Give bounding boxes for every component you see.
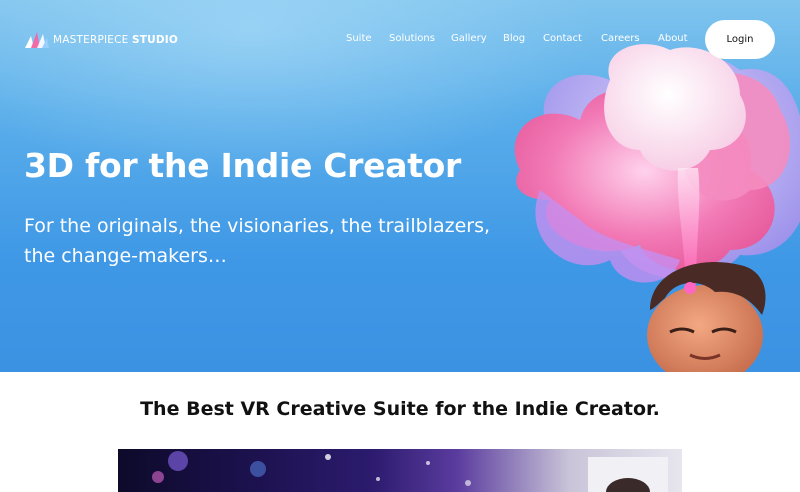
nav-item-blog[interactable]: Blog [503,33,525,44]
main-nav: Suite Solutions Gallery Blog Contact Car… [0,33,800,47]
nav-item-about[interactable]: About [658,33,688,44]
hero-title: 3D for the Indie Creator [24,146,462,185]
nav-item-careers[interactable]: Careers [601,33,640,44]
hero-subtitle-line-1: For the originals, the visionaries, the … [24,215,491,237]
tagline-bold: for the Indie Creator. [435,398,660,420]
nav-item-gallery[interactable]: Gallery [451,33,487,44]
section-tagline: The Best VR Creative Suite for the Indie… [0,398,800,420]
showcase-media-image [152,451,668,492]
nav-item-solutions[interactable]: Solutions [389,33,435,44]
hero-subtitle: For the originals, the visionaries, the … [24,211,584,271]
showcase-media[interactable] [118,449,682,492]
login-button[interactable]: Login [705,20,775,59]
hero-subtitle-line-2: the change-makers… [24,245,227,267]
hero-banner: MASTERPIECE STUDIO Suite Solutions Galle… [0,0,800,372]
nav-item-contact[interactable]: Contact [543,33,582,44]
tagline-regular: The Best VR Creative Suite [140,398,436,420]
creator-head-cloud-illustration [514,44,800,372]
nav-item-suite[interactable]: Suite [346,33,372,44]
